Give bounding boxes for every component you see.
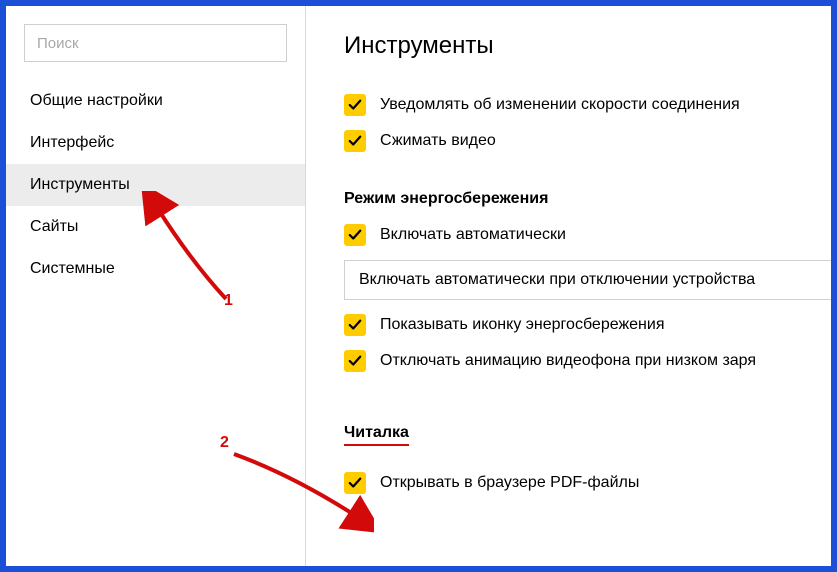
option-label: Сжимать видео [380, 132, 496, 150]
sidebar-item-label: Системные [30, 260, 115, 277]
search-input[interactable] [24, 24, 287, 62]
sidebar-item-label: Инструменты [30, 176, 130, 193]
check-icon [348, 476, 362, 490]
sidebar-item-label: Общие настройки [30, 92, 163, 109]
sidebar-item-general[interactable]: Общие настройки [6, 80, 305, 122]
checkbox-notify-speed[interactable] [344, 94, 366, 116]
sidebar-item-system[interactable]: Системные [6, 248, 305, 290]
checkbox-open-pdf[interactable] [344, 472, 366, 494]
section-title-energy: Режим энергосбережения [344, 190, 831, 208]
select-value: Включать автоматически при отключении ус… [359, 271, 755, 288]
checkbox-energy-icon[interactable] [344, 314, 366, 336]
sidebar-item-label: Интерфейс [30, 134, 114, 151]
option-label: Показывать иконку энергосбережения [380, 316, 664, 334]
check-icon [348, 354, 362, 368]
option-label: Отключать анимацию видеофона при низком … [380, 352, 756, 370]
nav-list: Общие настройки Интерфейс Инструменты Са… [6, 80, 305, 290]
sidebar: Общие настройки Интерфейс Инструменты Са… [6, 6, 306, 566]
checkbox-energy-animation[interactable] [344, 350, 366, 372]
check-icon [348, 318, 362, 332]
sidebar-item-sites[interactable]: Сайты [6, 206, 305, 248]
page-title: Инструменты [344, 32, 831, 60]
check-icon [348, 134, 362, 148]
option-label: Открывать в браузере PDF-файлы [380, 474, 639, 492]
check-icon [348, 98, 362, 112]
sidebar-item-label: Сайты [30, 218, 78, 235]
option-label: Включать автоматически [380, 226, 566, 244]
sidebar-item-tools[interactable]: Инструменты [6, 164, 305, 206]
checkbox-compress-video[interactable] [344, 130, 366, 152]
sidebar-item-interface[interactable]: Интерфейс [6, 122, 305, 164]
section-title-reader: Читалка [344, 424, 409, 446]
checkbox-energy-auto[interactable] [344, 224, 366, 246]
check-icon [348, 228, 362, 242]
content: Инструменты Уведомлять об изменении скор… [306, 6, 831, 566]
option-label: Уведомлять об изменении скорости соедине… [380, 96, 740, 114]
energy-mode-select[interactable]: Включать автоматически при отключении ус… [344, 260, 831, 300]
